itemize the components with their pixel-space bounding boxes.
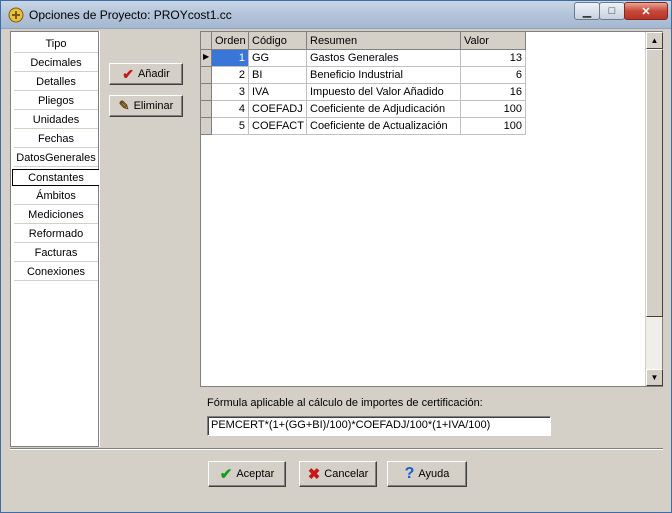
cell-orden[interactable]: 3 [212, 84, 249, 101]
help-button-label: Ayuda [418, 468, 450, 480]
scroll-thumb[interactable] [646, 49, 663, 317]
cell-codigo[interactable]: COEFACT [249, 118, 307, 135]
checkmark-icon: ✔ [122, 65, 134, 82]
maximize-icon: □ [608, 5, 616, 17]
cell-resumen[interactable]: Beneficio Industrial [307, 67, 461, 84]
accept-button[interactable]: ✔ Aceptar [208, 461, 286, 487]
scroll-up-button[interactable]: ▲ [646, 32, 663, 49]
tab-conexiones[interactable]: Conexiones [14, 264, 98, 281]
cross-icon: ✖ [307, 466, 321, 483]
add-button[interactable]: ✔ Añadir [109, 63, 183, 85]
column-header-codigo[interactable]: Código [249, 32, 307, 50]
row-indicator[interactable] [201, 84, 212, 101]
cancel-button[interactable]: ✖ Cancelar [299, 461, 377, 487]
minimize-icon: ▁ [582, 5, 592, 18]
tab-detalles[interactable]: Detalles [14, 74, 98, 91]
cell-resumen[interactable]: Coeficiente de Actualización [307, 118, 461, 135]
cell-valor[interactable]: 6 [461, 67, 526, 84]
cell-valor[interactable]: 100 [461, 118, 526, 135]
delete-button[interactable]: ✎ Eliminar [109, 95, 183, 117]
cell-valor[interactable]: 16 [461, 84, 526, 101]
tab-ambitos[interactable]: Ámbitos [14, 188, 98, 205]
cell-orden[interactable]: 2 [212, 67, 249, 84]
tab-reformado[interactable]: Reformado [14, 226, 98, 243]
column-header-orden[interactable]: Orden [212, 32, 249, 50]
arrow-down-icon: ▼ [650, 373, 659, 382]
project-options-dialog: Opciones de Proyecto: PROYcost1.cc ▁ □ ✕… [0, 0, 672, 513]
app-icon [8, 7, 24, 23]
column-header-resumen[interactable]: Resumen [307, 32, 461, 50]
cell-valor[interactable]: 100 [461, 101, 526, 118]
grid-corner [201, 32, 212, 50]
cell-orden[interactable]: 1 [212, 50, 249, 67]
window-title: Opciones de Proyecto: PROYcost1.cc [29, 8, 232, 22]
arrow-up-icon: ▲ [650, 36, 659, 45]
eraser-icon: ✎ [118, 98, 130, 113]
close-icon: ✕ [641, 5, 651, 18]
accept-button-label: Aceptar [236, 468, 275, 480]
maximize-button[interactable]: □ [599, 2, 625, 20]
cell-resumen[interactable]: Coeficiente de Adjudicación [307, 101, 461, 118]
tab-pliegos[interactable]: Pliegos [14, 93, 98, 110]
vertical-scrollbar[interactable]: ▲ ▼ [645, 32, 663, 386]
tab-constantes[interactable]: Constantes [12, 169, 100, 186]
cell-orden[interactable]: 4 [212, 101, 249, 118]
tab-list: Tipo Decimales Detalles Pliegos Unidades… [10, 31, 100, 447]
cell-valor[interactable]: 13 [461, 50, 526, 67]
tab-fechas[interactable]: Fechas [14, 131, 98, 148]
column-header-valor[interactable]: Valor [461, 32, 526, 50]
row-indicator[interactable] [201, 118, 212, 135]
help-button[interactable]: ? Ayuda [387, 461, 467, 487]
cell-codigo[interactable]: BI [249, 67, 307, 84]
dialog-body: Tipo Decimales Detalles Pliegos Unidades… [7, 29, 667, 507]
row-indicator[interactable] [201, 101, 212, 118]
cell-codigo[interactable]: COEFADJ [249, 101, 307, 118]
tab-facturas[interactable]: Facturas [14, 245, 98, 262]
cell-resumen[interactable]: Gastos Generales [307, 50, 461, 67]
tab-decimales[interactable]: Decimales [14, 55, 98, 72]
constants-grid[interactable]: Orden Código Resumen Valor ▶ 1 GG Gastos… [200, 31, 663, 387]
current-row-arrow-icon: ▶ [203, 52, 210, 61]
tab-unidades[interactable]: Unidades [14, 112, 98, 129]
checkmark-icon: ✔ [219, 466, 233, 483]
minimize-button[interactable]: ▁ [574, 2, 600, 20]
row-indicator[interactable] [201, 67, 212, 84]
cell-codigo[interactable]: GG [249, 50, 307, 67]
footer-divider [10, 448, 663, 450]
scroll-down-button[interactable]: ▼ [646, 369, 663, 386]
cell-orden[interactable]: 5 [212, 118, 249, 135]
formula-input[interactable]: PEMCERT*(1+(GG+BI)/100)*COEFADJ/100*(1+I… [207, 416, 551, 436]
row-indicator[interactable]: ▶ [201, 50, 212, 67]
delete-button-label: Eliminar [133, 100, 174, 112]
side-button-panel: ✔ Añadir ✎ Eliminar [99, 31, 199, 447]
add-button-label: Añadir [137, 68, 170, 80]
cell-resumen[interactable]: Impuesto del Valor Añadido [307, 84, 461, 101]
question-mark-icon: ? [404, 465, 415, 482]
title-bar[interactable]: Opciones de Proyecto: PROYcost1.cc ▁ □ ✕ [1, 1, 671, 29]
tab-tipo[interactable]: Tipo [14, 36, 98, 53]
cell-codigo[interactable]: IVA [249, 84, 307, 101]
tab-mediciones[interactable]: Mediciones [14, 207, 98, 224]
close-button[interactable]: ✕ [624, 2, 668, 20]
formula-label: Fórmula aplicable al cálculo de importes… [207, 397, 483, 409]
cancel-button-label: Cancelar [324, 468, 369, 480]
tab-datosgenerales[interactable]: DatosGenerales [14, 150, 98, 167]
